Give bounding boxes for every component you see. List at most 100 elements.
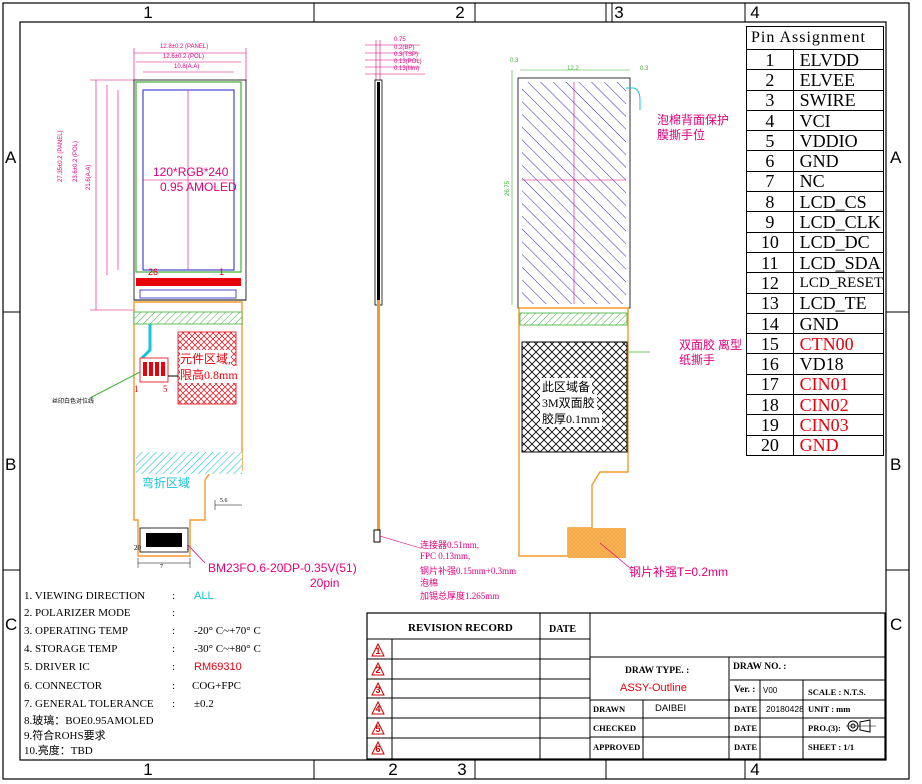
pin-signal: VCI [792,109,885,132]
pin-number: 20 [746,434,794,456]
pin-row: 9 LCD_CLK [746,211,885,233]
row-label-a-right: A [890,148,902,167]
pin-number: 3 [746,89,794,111]
spec-key: 6. CONNECTOR [24,680,103,692]
pin-number: 14 [746,312,794,335]
side-dim-5: 0.13(film) [394,66,420,72]
revision-number: 5 [375,724,381,734]
spec-colon: : [172,590,176,602]
checked-date-label: DATE [734,723,757,733]
connector-model: BM23FO.6-20DP-0.35V(51) [208,561,357,575]
row-label-c-left: C [5,615,18,634]
pin-signal: SWIRE [792,89,885,111]
side-note-1: 连接器0.51mm, [420,540,480,550]
pin-signal: CIN01 [792,373,885,396]
revision-date-heading: DATE [549,624,577,635]
pin-number: 2 [746,69,794,91]
version-label: Ver. : [734,685,756,695]
spec-value: ±0.2 [194,698,214,710]
dim-aa-width: 10.8(A.A) [174,64,200,70]
revision-number: 3 [375,685,381,695]
pin-row: 1 ELVDD [746,48,885,71]
spec-value: -20° C~+70° C [194,625,261,637]
pin-signal: CIN02 [792,394,885,416]
pin-number: 9 [746,211,794,233]
pin-number: 17 [746,373,794,396]
pin-number: 13 [746,292,794,314]
revision-number: 2 [375,665,381,675]
pin-signal: CIN03 [792,414,885,436]
pin-signal: CTN00 [792,333,885,355]
col-label-bottom-3: 3 [457,760,467,779]
bend-area-label: 弯折区域 [142,476,191,490]
revision-triangle-icon: 4 [371,701,385,715]
spec-colon: : [172,607,176,619]
component-area-label: 元件区域, [180,350,232,367]
pin-row: 10 LCD_DC [746,231,885,253]
silk-alignment-label: 丝印白色对位线 [52,399,95,405]
back-dim-right: 0.3 [640,66,649,72]
connector-pin-1: 1 [186,544,190,552]
pin-row: 17 CIN01 [746,373,885,396]
pin-row: 12 LCD_RESET [746,272,885,294]
sheet-label: SHEET : 1/1 [808,742,855,752]
spec-key: 4. STORAGE TEMP [24,643,118,655]
row-label-b-left: B [5,455,17,474]
connector-pin-20: 20 [134,544,141,552]
pin-number: 8 [746,191,794,213]
pin-row: 8 LCD_CS [746,191,885,213]
pin-signal: LCD_RESET [792,272,885,294]
panel-type: 0.95 AMOLED [160,180,237,194]
pin-signal: LCD_CLK [792,211,885,233]
revision-number: 4 [375,704,381,714]
pin-row: 14 GND [746,312,885,335]
pin-number: 5 [746,130,794,152]
pin-row: 11 LCD_SDA [746,251,885,274]
spec-value: ALL [194,590,214,602]
dim-panel-height: 27.35±0.2 (PANEL) [58,130,64,182]
pin-signal: ELVEE [792,69,885,91]
pin-row: 6 GND [746,150,885,172]
col-label-1: 1 [143,3,153,22]
pin-signal: GND [792,312,885,335]
side-dim-4: 0.13(POL) [394,59,422,65]
pin-assignment-table: Pin Assignment 1 ELVDD 2 ELVEE 3 SWIRE 4 VCI 5 VD… [746,26,885,456]
revision-triangle-icon: 1 [371,643,385,657]
back-view-drawing [511,69,650,569]
side-note-4: 泡棉 [420,578,439,588]
pin-number: 16 [746,353,794,375]
pin-number: 11 [746,251,794,274]
pin-row: 16 VD18 [746,353,885,375]
spec-key: 1. VIEWING DIRECTION [24,590,146,602]
pin-row: 18 CIN02 [746,394,885,416]
pin-signal: VD18 [792,353,885,375]
revision-triangle-icon: 6 [371,741,385,755]
revision-record-heading: REVISION RECORD [408,622,513,634]
adhesive-note-line3: 胶厚0.1mm [540,410,602,427]
pin-row: 4 VCI [746,109,885,132]
spec-colon: : [172,625,176,637]
pin-number: 18 [746,394,794,416]
pin-signal: GND [792,150,885,172]
dim-pol-height: 23.6±0.2 (POL) [73,141,79,182]
draw-type-label: DRAW TYPE. : [625,666,690,676]
col-label-bottom-4: 4 [750,760,760,779]
adhesive-note-line2: 3M双面胶 [540,394,597,411]
spec-key: 7. GENERAL TOLERANCE [24,698,154,710]
pin-table-title: Pin Assignment [746,26,884,50]
unit-label: UNIT : mm [808,704,851,714]
row-label-b-right: B [890,455,902,474]
spec-key: 2. POLARIZER MODE [24,607,131,619]
pin-signal: GND [792,434,885,456]
adhesive-note-line1: 此区域备 [540,378,593,395]
pin-number: 15 [746,333,794,355]
pin-row: 2 ELVEE [746,69,885,91]
note-rohs: 9.符合ROHS要求 [24,730,106,742]
side-dim-3: 0.3(TSP) [394,52,419,58]
pin-signal: LCD_SDA [792,251,885,274]
pin-signal: LCD_TE [792,292,885,314]
connector-pin-count: 20pin [310,576,340,590]
row-label-c-right: C [890,615,903,634]
side-view-drawing [365,40,425,549]
pin-number: 10 [746,231,794,253]
